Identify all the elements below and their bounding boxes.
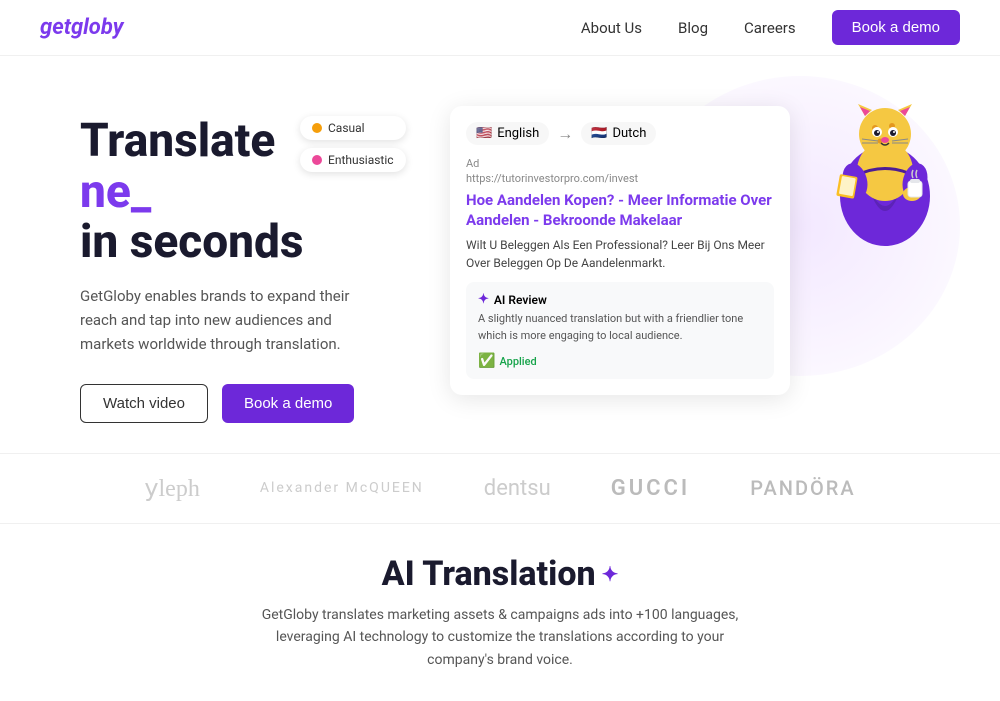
ai-review-box: ✦ AI Review A slightly nuanced translati… — [466, 282, 774, 379]
enthusiastic-dot — [312, 155, 322, 165]
source-lang-pill: 🇺🇸 English — [466, 122, 549, 145]
logo-dentsu: dentsu — [484, 476, 551, 501]
source-flag: 🇺🇸 — [476, 126, 492, 141]
nav-link-careers[interactable]: Careers — [744, 19, 796, 37]
bottom-subtitle: GetGloby translates marketing assets & c… — [250, 604, 750, 671]
hero-subtitle: GetGloby enables brands to expand their … — [80, 284, 380, 356]
check-circle-icon: ✅ — [478, 353, 495, 369]
applied-label: Applied — [499, 355, 536, 368]
mascot — [820, 66, 950, 246]
tone-pills: Casual Enthusiastic — [300, 116, 406, 172]
casual-label: Casual — [328, 121, 365, 135]
bottom-title: AI Translation ✦ — [60, 554, 940, 594]
translation-card: 🇺🇸 English → 🇳🇱 Dutch Ad https://tutorin… — [450, 106, 790, 395]
applied-badge: ✅ Applied — [478, 353, 537, 369]
logo[interactable]: getgloby — [40, 15, 123, 40]
ai-review-title: AI Review — [494, 293, 547, 307]
logo-pandora: PANDÖRA — [750, 476, 855, 500]
ad-url: https://tutorinvestorpro.com/invest — [466, 172, 774, 185]
sparkle-icon: ✦ — [602, 562, 619, 586]
target-lang-pill: 🇳🇱 Dutch — [581, 122, 656, 145]
logo-aleph: 𝗒leph — [144, 474, 200, 503]
target-flag: 🇳🇱 — [591, 126, 607, 141]
hero-title-line2: ne_ — [80, 167, 380, 218]
hero-book-demo-button[interactable]: Book a demo — [222, 384, 354, 423]
tone-pill-casual[interactable]: Casual — [300, 116, 406, 140]
hero-title-line3: in seconds — [80, 217, 380, 268]
nav-link-about[interactable]: About Us — [581, 19, 642, 37]
bottom-section: AI Translation ✦ GetGloby translates mar… — [0, 524, 1000, 701]
ad-label: Ad — [466, 157, 774, 170]
target-lang-label: Dutch — [612, 126, 646, 141]
ai-review-header: ✦ AI Review — [478, 292, 762, 307]
casual-dot — [312, 123, 322, 133]
logos-bar: 𝗒leph Alexander McQUEEN dentsu GUCCI PAN… — [0, 453, 1000, 524]
nav-book-demo-button[interactable]: Book a demo — [832, 10, 960, 45]
source-lang-label: English — [497, 126, 539, 141]
lang-row: 🇺🇸 English → 🇳🇱 Dutch — [466, 122, 774, 145]
enthusiastic-label: Enthusiastic — [328, 153, 394, 167]
ad-title: Hoe Aandelen Kopen? - Meer Informatie Ov… — [466, 191, 774, 230]
ai-review-text: A slightly nuanced translation but with … — [478, 311, 762, 344]
ad-body: Wilt U Beleggen Als Een Professional? Le… — [466, 236, 774, 272]
tone-pill-enthusiastic[interactable]: Enthusiastic — [300, 148, 406, 172]
lang-arrow-icon: → — [557, 124, 573, 144]
navbar: getgloby About Us Blog Careers Book a de… — [0, 0, 1000, 56]
logo-gucci: GUCCI — [611, 476, 691, 501]
bottom-title-text: AI Translation — [382, 554, 596, 594]
hero-section: Translate ne_ in seconds GetGloby enable… — [0, 56, 1000, 453]
ai-star-icon: ✦ — [478, 292, 489, 307]
hero-right: Casual Enthusiastic 🇺🇸 English → 🇳🇱 Dutc… — [380, 96, 940, 395]
nav-link-blog[interactable]: Blog — [678, 19, 708, 37]
watch-video-button[interactable]: Watch video — [80, 384, 208, 423]
nav-links: About Us Blog Careers Book a demo — [581, 10, 960, 45]
hero-buttons: Watch video Book a demo — [80, 384, 380, 423]
logo-mcqueen: Alexander McQUEEN — [260, 480, 424, 496]
